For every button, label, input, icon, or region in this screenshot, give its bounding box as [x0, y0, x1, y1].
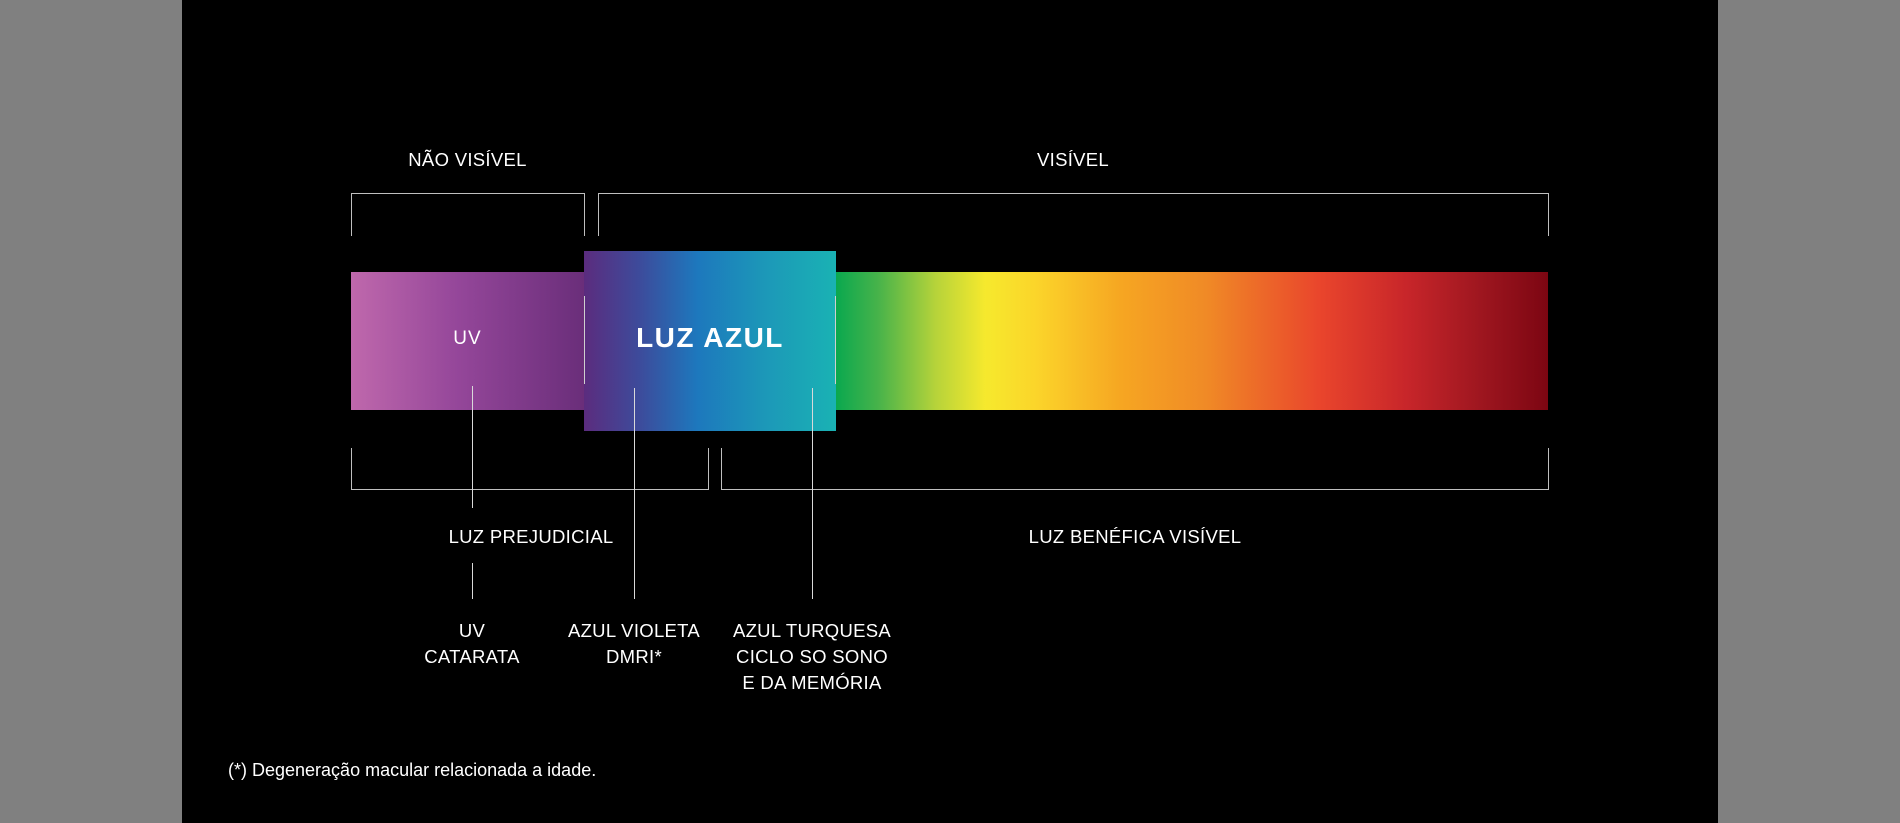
visible-bracket: [598, 193, 1549, 236]
uv-pointer-line: [472, 563, 473, 599]
visible-spectrum-band: [836, 272, 1548, 410]
blue-light-label: LUZ AZUL: [636, 322, 784, 353]
uv-band-label: UV: [453, 328, 482, 349]
turquoise-detail-line-1: AZUL TURQUESA: [732, 620, 892, 641]
turquoise-detail-label: AZUL TURQUESA CICLO SO SONO E DA MEMÓRIA: [702, 618, 922, 696]
beneficial-light-label: LUZ BENÉFICA VISÍVEL: [1028, 526, 1242, 547]
visible-label: VISÍVEL: [1036, 149, 1110, 170]
not-visible-bracket: [351, 193, 585, 236]
turquoise-detail-line-3: E DA MEMÓRIA: [742, 672, 882, 693]
footnote: (*) Degeneração macular relacionada a id…: [228, 760, 597, 780]
violet-pointer-line: [634, 388, 635, 599]
harmful-light-label: LUZ PREJUDICIAL: [448, 526, 614, 547]
turquoise-pointer-line: [812, 388, 813, 599]
harmful-bracket: [351, 448, 709, 490]
not-visible-label: NÃO VISÍVEL: [408, 149, 527, 170]
uv-pointer-line: [472, 386, 473, 508]
turquoise-detail-line-2: CICLO SO SONO: [736, 646, 888, 667]
beneficial-bracket: [721, 448, 1549, 490]
spectrum-diagram: NÃO VISÍVEL VISÍVEL UV LUZ AZUL LUZ PREJ…: [182, 0, 1718, 823]
